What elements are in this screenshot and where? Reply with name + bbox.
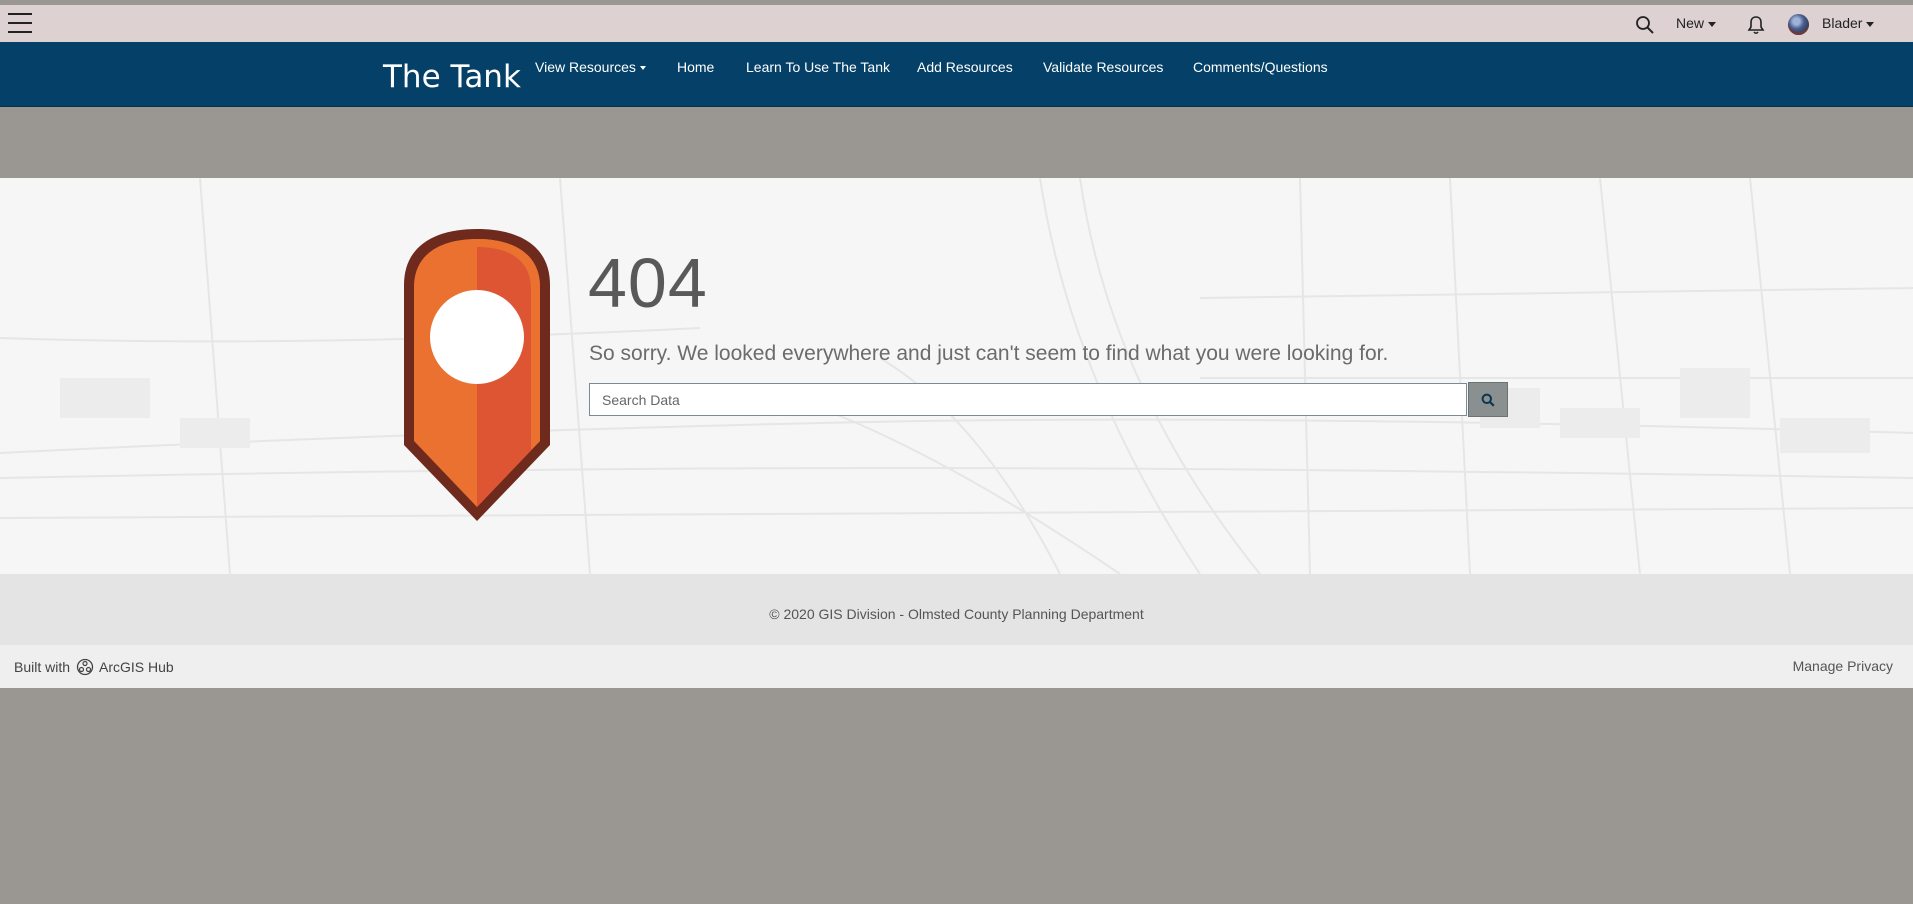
new-label: New (1676, 15, 1705, 31)
nav-home[interactable]: Home (677, 59, 714, 75)
nav-label: Comments/Questions (1193, 59, 1328, 75)
error-code: 404 (588, 244, 708, 322)
arcgis-hub-logo-icon (76, 658, 94, 676)
arcgis-hub-label: ArcGIS Hub (99, 659, 174, 675)
nav-validate-resources[interactable]: Validate Resources (1043, 59, 1163, 75)
built-with-label: Built with (14, 659, 71, 675)
chevron-down-icon (1866, 21, 1875, 27)
site-title[interactable]: The Tank (383, 59, 521, 95)
user-menu-button[interactable]: Blader (1822, 15, 1875, 31)
search-data-input[interactable] (589, 383, 1467, 416)
search-submit-button[interactable] (1468, 382, 1508, 417)
user-name: Blader (1822, 15, 1863, 31)
nav-label: Home (677, 59, 715, 75)
avatar[interactable] (1788, 14, 1809, 35)
nav-view-resources[interactable]: View Resources (535, 59, 646, 75)
site-navbar: The Tank View Resources Home Learn To Us… (0, 42, 1913, 107)
site-footer: © 2020 GIS Division - Olmsted County Pla… (0, 574, 1913, 645)
new-menu-button[interactable]: New (1676, 15, 1717, 31)
error-message: So sorry. We looked everywhere and just … (589, 342, 1389, 365)
chevron-down-icon (639, 66, 646, 71)
search-icon (1481, 393, 1495, 407)
bell-icon[interactable] (1747, 15, 1765, 35)
chevron-down-icon (1708, 21, 1717, 27)
map-pin-icon (404, 229, 550, 521)
manage-privacy-link[interactable]: Manage Privacy (1793, 658, 1893, 674)
nav-label: Validate Resources (1043, 59, 1164, 75)
top-utility-bar: New Blader (0, 5, 1913, 43)
error-hero: 404 So sorry. We looked everywhere and j… (0, 178, 1913, 574)
search-icon[interactable] (1635, 15, 1655, 35)
header-spacer-band (0, 107, 1913, 178)
nav-label: View Resources (535, 59, 636, 75)
footer-copyright: © 2020 GIS Division - Olmsted County Pla… (769, 606, 1144, 622)
nav-label: Learn To Use The Tank (746, 59, 890, 75)
map-background-image (0, 178, 1913, 574)
built-with-arcgis-hub-link[interactable]: Built with ArcGIS Hub (14, 658, 174, 676)
nav-add-resources[interactable]: Add Resources (917, 59, 1013, 75)
nav-label: Add Resources (917, 59, 1013, 75)
hamburger-menu-icon[interactable] (8, 13, 32, 35)
nav-learn-to-use[interactable]: Learn To Use The Tank (746, 59, 890, 75)
hub-footer-bar: Built with ArcGIS Hub Manage Privacy (0, 645, 1913, 688)
nav-comments-questions[interactable]: Comments/Questions (1193, 59, 1328, 75)
